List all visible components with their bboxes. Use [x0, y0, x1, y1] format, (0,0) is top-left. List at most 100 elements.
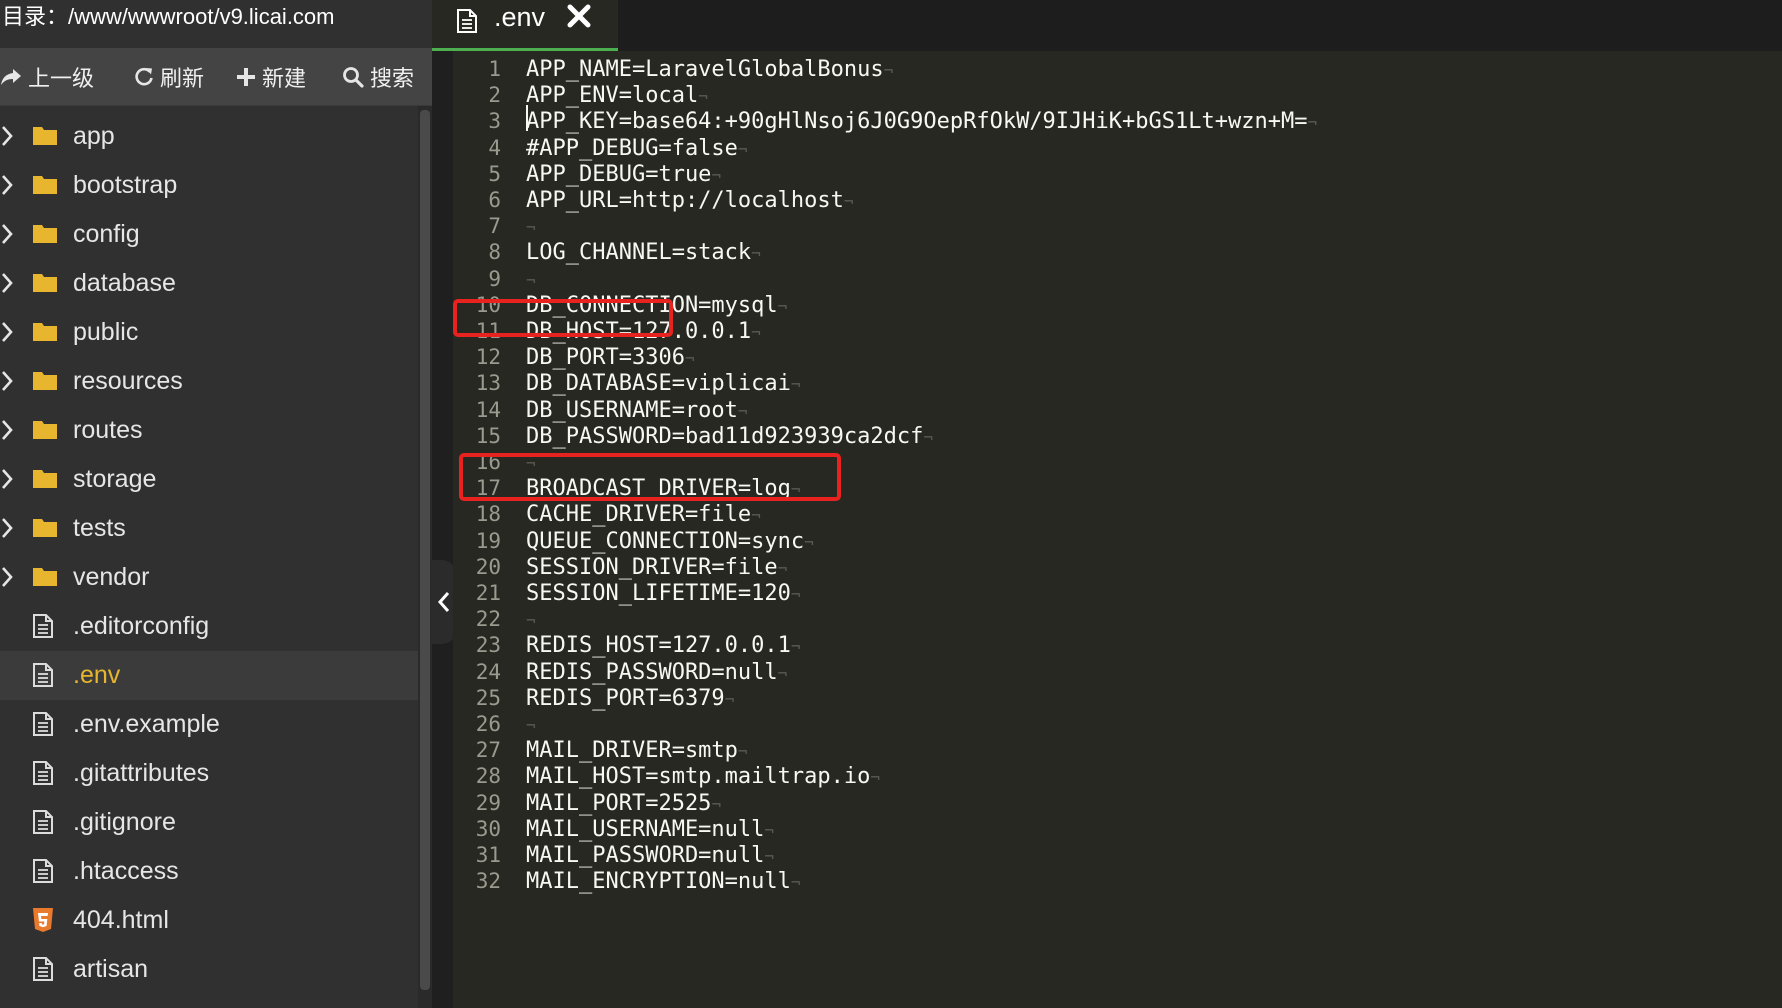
code-line[interactable]: LOG_CHANNEL=stack¬: [526, 238, 761, 268]
code-text: MAIL_DRIVER=smtp: [526, 738, 738, 764]
folder-item[interactable]: database: [0, 259, 418, 308]
eol-marker: ¬: [804, 532, 814, 552]
code-text: MAIL_PORT=2525: [526, 790, 712, 816]
eol-marker: ¬: [777, 663, 788, 683]
file-panel-scrollbar[interactable]: [418, 106, 432, 1008]
eol-marker: ¬: [751, 244, 761, 264]
folder-item[interactable]: public: [0, 308, 418, 357]
document-icon: [33, 859, 53, 883]
file-item[interactable]: 404.html: [0, 896, 418, 945]
eol-marker: ¬: [711, 165, 722, 185]
line-number-gutter: 1 2 3 4 5 6 7 8 9 10 11 12 13 14 15 16 17 18 19 20 21 22 23 24 2…: [453, 51, 515, 1008]
code-line[interactable]: MAIL_ENCRYPTION=null¬: [526, 867, 801, 897]
code-text: DB_PASSWORD=bad11d923939ca2dcf: [526, 423, 924, 449]
search-icon: [343, 66, 364, 88]
code-text: MAIL_PASSWORD=null: [526, 843, 765, 868]
code-text: MAIL_HOST=smtp.mailtrap.io: [526, 764, 871, 790]
file-item[interactable]: .env: [0, 651, 418, 700]
folder-icon: [33, 323, 57, 341]
folder-icon: [33, 274, 57, 292]
tab-env[interactable]: .env: [432, 0, 618, 51]
file-panel: 目录：/www/wwwroot/v9.licai.com 上一级 刷新 新建 搜…: [0, 0, 432, 1008]
folder-item[interactable]: resources: [0, 357, 418, 406]
chevron-right-icon[interactable]: [0, 566, 14, 588]
code-text: DB_PORT=3306: [526, 345, 685, 371]
code-line[interactable]: DB_PASSWORD=bad11d923939ca2dcf¬: [526, 422, 933, 452]
file-item[interactable]: artisan: [0, 945, 418, 994]
file-name: bootstrap: [73, 171, 178, 199]
chevron-right-icon[interactable]: [0, 468, 14, 490]
document-icon: [33, 663, 53, 687]
eol-marker: ¬: [526, 716, 536, 735]
code-line[interactable]: SESSION_LIFETIME=120¬: [526, 579, 801, 609]
folder-icon: [33, 225, 57, 243]
file-item[interactable]: .gitattributes: [0, 749, 418, 798]
code-line[interactable]: REDIS_PORT=6379¬: [526, 684, 734, 714]
file-name: 404.html: [73, 906, 169, 934]
search-button[interactable]: 搜索: [340, 48, 432, 106]
eol-marker: ¬: [526, 611, 536, 631]
file-item[interactable]: .gitignore: [0, 798, 418, 847]
parent-directory-button[interactable]: 上一级: [0, 48, 128, 106]
file-panel-scrollbar-thumb[interactable]: [420, 110, 430, 990]
chevron-right-icon[interactable]: [0, 223, 14, 245]
code-editor[interactable]: 1 2 3 4 5 6 7 8 9 10 11 12 13 14 15 16 17 18 19 20 21 22 23 24 2…: [453, 51, 1782, 1008]
eol-marker: ¬: [698, 87, 708, 107]
eol-marker: ¬: [883, 61, 894, 80]
file-item[interactable]: .htaccess: [0, 847, 418, 896]
file-manager-editor: 目录：/www/wwwroot/v9.licai.com 上一级 刷新 新建 搜…: [0, 0, 1782, 1008]
chevron-right-icon[interactable]: [0, 370, 14, 392]
folder-icon: [33, 127, 57, 145]
eol-marker: ¬: [790, 585, 801, 604]
code-line[interactable]: APP_URL=http://localhost¬: [526, 186, 854, 216]
refresh-label: 刷新: [160, 65, 205, 91]
code-text: MAIL_ENCRYPTION=null: [526, 869, 791, 895]
chevron-right-icon[interactable]: [0, 174, 14, 196]
close-icon[interactable]: [566, 3, 592, 29]
chevron-right-icon[interactable]: [0, 125, 14, 147]
code-text: CACHE_DRIVER=file: [526, 502, 752, 528]
file-name: config: [73, 220, 140, 248]
eol-marker: ¬: [764, 820, 775, 840]
folder-item[interactable]: bootstrap: [0, 161, 418, 210]
folder-icon: [33, 519, 57, 537]
document-icon: [33, 810, 53, 834]
folder-icon: [33, 372, 57, 390]
folder-item[interactable]: tests: [0, 504, 418, 553]
folder-icon: [33, 568, 57, 586]
file-item[interactable]: .env.example: [0, 700, 418, 749]
chevron-right-icon[interactable]: [0, 419, 14, 441]
eol-marker: ¬: [790, 637, 801, 657]
chevron-right-icon[interactable]: [0, 272, 14, 294]
eol-marker: ¬: [737, 401, 748, 421]
folder-item[interactable]: config: [0, 210, 418, 259]
code-text: REDIS_PASSWORD=null: [526, 659, 778, 685]
eol-marker: ¬: [764, 847, 775, 866]
chevron-right-icon[interactable]: [0, 321, 14, 343]
code-text: QUEUE_CONNECTION=sync: [526, 528, 805, 554]
code-text: MAIL_USERNAME=null: [526, 816, 765, 842]
refresh-button[interactable]: 刷新: [128, 48, 232, 106]
new-file-button[interactable]: 新建: [232, 48, 340, 106]
code-text: SESSION_LIFETIME=120: [526, 581, 791, 606]
folder-item[interactable]: app: [0, 112, 418, 161]
eol-marker: ¬: [923, 427, 933, 447]
plus-icon: [237, 67, 255, 86]
html5-icon: [33, 908, 53, 932]
document-icon: [457, 9, 477, 33]
chevron-right-icon[interactable]: [0, 517, 14, 539]
file-name: .editorconfig: [73, 612, 210, 640]
code-text: REDIS_PORT=6379: [526, 685, 725, 711]
eol-marker: ¬: [737, 139, 748, 159]
document-icon: [33, 761, 53, 785]
line-number: 32: [475, 869, 501, 894]
file-item[interactable]: .editorconfig: [0, 602, 418, 651]
document-icon: [33, 712, 53, 736]
folder-item[interactable]: vendor: [0, 553, 418, 602]
code-text: APP_DEBUG=true: [526, 161, 712, 187]
file-name: resources: [73, 367, 183, 395]
folder-item[interactable]: storage: [0, 455, 418, 504]
folder-item[interactable]: routes: [0, 406, 418, 455]
file-toolbar: 上一级 刷新 新建 搜索: [0, 48, 432, 106]
eol-marker: ¬: [737, 742, 748, 762]
